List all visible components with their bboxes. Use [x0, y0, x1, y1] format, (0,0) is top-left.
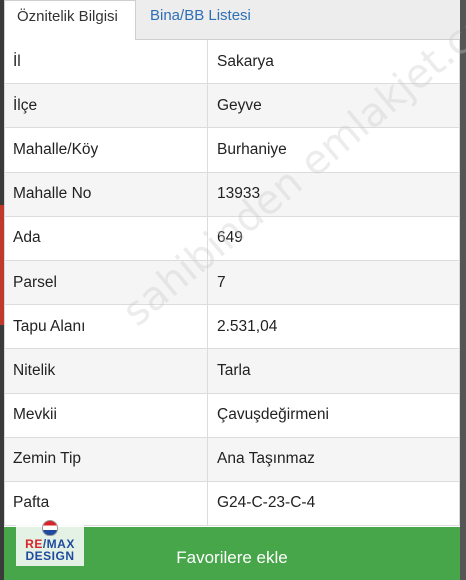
- right-edge: [460, 0, 466, 580]
- row-value: Çavuşdeğirmeni: [217, 406, 329, 424]
- tab-building-list[interactable]: Bina/BB Listesi: [138, 0, 263, 40]
- balloon-icon: [42, 520, 58, 536]
- row-key: Mahalle No: [13, 185, 92, 203]
- row-key: Parsel: [13, 273, 57, 291]
- remax-logo: RE/MAX DESIGN: [16, 516, 84, 566]
- table-row: İlçe Geyve: [5, 84, 459, 129]
- attribute-panel: Öznitelik Bilgisi Bina/BB Listesi İl Saka…: [4, 0, 466, 580]
- row-key: Mahalle/Köy: [13, 140, 99, 158]
- table-row: Mahalle No 13933: [5, 172, 459, 217]
- attribute-table: İl Sakarya İlçe Geyve Mahalle/Köy Burhaniye…: [4, 40, 460, 527]
- row-value: 2.531,04: [217, 317, 278, 335]
- row-value: Tarla: [217, 361, 251, 379]
- table-row: Nitelik Tarla: [5, 349, 459, 394]
- row-value: Ana Taşınmaz: [217, 450, 315, 468]
- row-value: Sakarya: [217, 52, 274, 70]
- row-key: Tapu Alanı: [13, 317, 86, 335]
- row-key: Zemin Tip: [13, 450, 82, 468]
- table-row: Parsel 7: [5, 260, 459, 306]
- row-value: 7: [217, 273, 226, 291]
- row-key: Ada: [13, 229, 41, 247]
- row-value: 13933: [217, 185, 261, 203]
- row-key: Nitelik: [13, 361, 56, 379]
- table-row: İl Sakarya: [5, 40, 459, 85]
- tab-attribute-info[interactable]: Öznitelik Bilgisi: [4, 0, 136, 41]
- table-row: Tapu Alanı 2.531,04: [5, 305, 459, 350]
- table-row: Mahalle/Köy Burhaniye: [5, 128, 459, 173]
- row-key: İlçe: [13, 96, 38, 114]
- table-row: Ada 649: [5, 216, 459, 261]
- row-value: G24-C-23-C-4: [217, 494, 316, 512]
- row-value: Geyve: [217, 96, 262, 114]
- row-key: Mevkii: [13, 406, 57, 424]
- row-value: 649: [217, 229, 243, 247]
- tab-bar: Öznitelik Bilgisi Bina/BB Listesi: [4, 0, 460, 41]
- row-key: İl: [13, 52, 21, 70]
- table-row: Mevkii Çavuşdeğirmeni: [5, 393, 459, 438]
- table-row: Zemin Tip Ana Taşınmaz: [5, 437, 459, 482]
- row-value: Burhaniye: [217, 140, 287, 158]
